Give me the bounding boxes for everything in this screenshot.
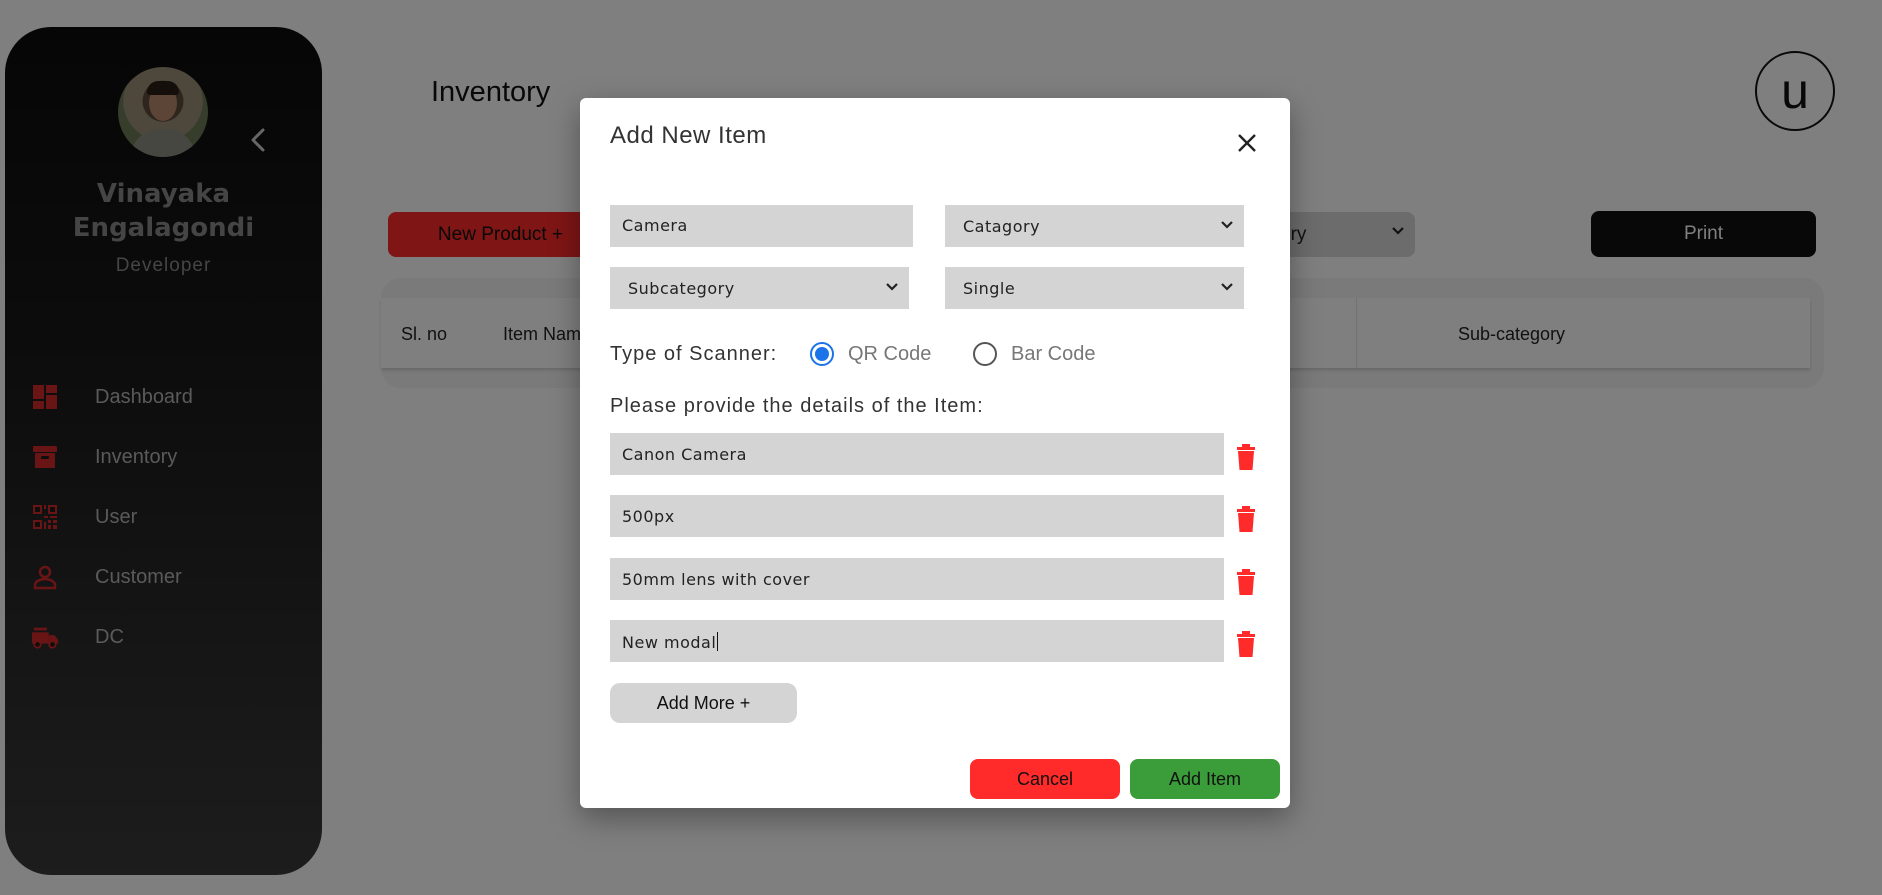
item-type-select-value: Single <box>963 279 1016 298</box>
chevron-down-icon <box>886 283 898 291</box>
detail-input[interactable]: 500px <box>610 495 1224 537</box>
subcategory-select-value: Subcategory <box>628 279 735 298</box>
trash-icon[interactable] <box>1234 505 1258 533</box>
modal-title: Add New Item <box>610 122 767 149</box>
detail-input-text: New modal <box>622 633 717 652</box>
chevron-down-icon <box>1221 221 1233 229</box>
subcategory-select[interactable]: Subcategory <box>610 267 909 309</box>
radio-label: QR Code <box>848 342 932 365</box>
radio-qr-code[interactable]: QR Code <box>810 342 931 366</box>
close-icon <box>1238 134 1256 152</box>
add-more-button[interactable]: Add More + <box>610 683 797 723</box>
scanner-type-label: Type of Scanner: <box>610 343 778 365</box>
trash-icon[interactable] <box>1234 630 1258 658</box>
radio-label: Bar Code <box>1011 342 1096 365</box>
detail-input-active[interactable]: New modal <box>610 620 1224 662</box>
radio-bar-code[interactable]: Bar Code <box>973 342 1096 366</box>
radio-indicator <box>973 342 997 366</box>
add-item-button[interactable]: Add Item <box>1130 759 1280 799</box>
item-type-select[interactable]: Single <box>945 267 1244 309</box>
close-modal-button[interactable] <box>1232 128 1262 158</box>
detail-input[interactable]: 50mm lens with cover <box>610 558 1224 600</box>
item-name-input[interactable]: Camera <box>610 205 913 247</box>
detail-input[interactable]: Canon Camera <box>610 433 1224 475</box>
category-select[interactable]: Catagory <box>945 205 1244 247</box>
text-caret <box>717 632 719 651</box>
cancel-button[interactable]: Cancel <box>970 759 1120 799</box>
chevron-down-icon <box>1221 283 1233 291</box>
trash-icon[interactable] <box>1234 568 1258 596</box>
radio-indicator <box>810 342 834 366</box>
category-select-value: Catagory <box>963 217 1041 236</box>
details-label: Please provide the details of the Item: <box>610 395 984 417</box>
trash-icon[interactable] <box>1234 443 1258 471</box>
add-item-modal: Add New Item Camera Catagory Subcategory… <box>580 98 1290 808</box>
